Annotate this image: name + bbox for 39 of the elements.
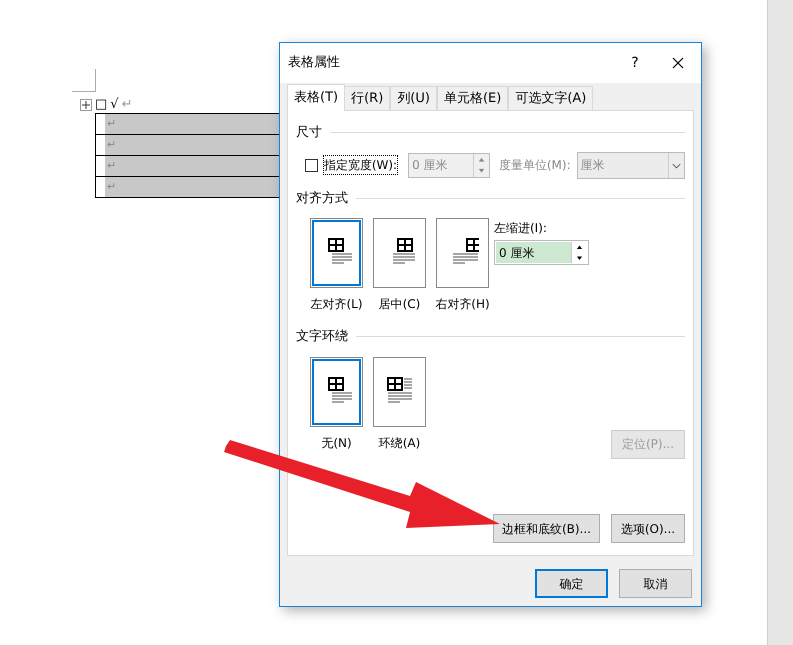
option-label: 环绕(A) [378, 434, 420, 452]
paragraph-mark: ↵ [107, 159, 116, 172]
section-heading: 文字环绕 [296, 328, 348, 346]
dialog-button[interactable]: 边框和底纹(B)... [492, 514, 600, 543]
layout-option[interactable] [310, 218, 363, 288]
dialog-button[interactable]: 选项(O)... [611, 514, 685, 543]
footer-button[interactable]: 取消 [619, 569, 692, 598]
indent-field[interactable]: 0 厘米 [494, 240, 589, 265]
checkbox[interactable] [305, 158, 318, 172]
option-label: 右对齐(H) [435, 296, 490, 313]
paragraph-mark: ↵ [122, 98, 132, 111]
checkbox-symbol: □ [95, 98, 108, 111]
tab[interactable]: 表格(T) [287, 84, 346, 111]
layout-option[interactable] [373, 356, 426, 426]
tab[interactable]: 列(U) [390, 86, 437, 110]
option-label: 无(N) [321, 434, 352, 452]
check-symbol: √ [110, 98, 119, 111]
option-label: 居中(C) [378, 296, 420, 313]
layout-option[interactable] [436, 218, 489, 288]
paragraph-mark: ↵ [107, 180, 116, 193]
footer-button[interactable]: 确定 [535, 569, 608, 598]
tab[interactable]: 单元格(E) [436, 86, 508, 110]
unit-label: 度量单位(M): [498, 157, 571, 174]
move-handle-icon[interactable] [80, 98, 92, 110]
help-button[interactable]: ? [615, 48, 655, 78]
option-label: 左对齐(L) [310, 296, 363, 313]
section-heading: 对齐方式 [296, 190, 348, 208]
close-icon [672, 57, 684, 69]
layout-option[interactable] [373, 218, 426, 288]
page-corner-mark [72, 69, 96, 92]
tab[interactable]: 可选文字(A) [508, 86, 594, 110]
checkbox-label[interactable]: 指定宽度(W): [322, 155, 398, 175]
paragraph-mark: ↵ [107, 117, 116, 130]
window-title: 表格属性 [288, 54, 341, 72]
layout-option[interactable] [310, 356, 363, 426]
paragraph-mark: ↵ [107, 138, 116, 151]
indent-label: 左缩进(I): [494, 220, 548, 237]
section-heading: 尺寸 [296, 124, 322, 142]
tab[interactable]: 行(R) [344, 86, 390, 110]
